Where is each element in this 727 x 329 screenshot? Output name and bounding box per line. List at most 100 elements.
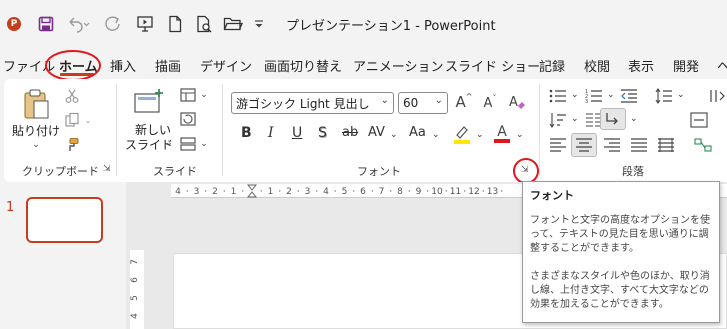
underline-button[interactable]: U (292, 125, 302, 141)
chevron-down-icon[interactable]: ⌄ (607, 90, 615, 100)
font-size-combobox[interactable]: 60 ⌄ (398, 92, 448, 114)
section-dropdown-icon[interactable]: ⌄ (200, 139, 208, 149)
ruler-tick-mark (279, 190, 281, 192)
text-shadow-button[interactable]: S (318, 125, 327, 141)
sort-icon[interactable] (549, 112, 567, 128)
line-spacing-icon[interactable] (655, 88, 673, 104)
bullets-icon[interactable] (549, 88, 567, 104)
title-bar: P プレゼンテーション1 - PowerPoint (0, 0, 727, 48)
paste-icon[interactable] (22, 88, 50, 120)
clear-formatting-icon[interactable]: A (508, 93, 526, 111)
ruler-tick-label: 4 (175, 187, 181, 197)
align-left-icon[interactable] (549, 137, 567, 153)
smartart-icon[interactable] (694, 137, 712, 153)
new-slide-dropdown-icon[interactable]: ⌄ (165, 138, 173, 148)
font-color-letter: A (497, 124, 507, 140)
new-slide-icon[interactable] (133, 88, 165, 116)
indent-marker-icon[interactable] (246, 184, 258, 198)
bold-button[interactable]: B (241, 125, 252, 141)
copy-dropdown-icon[interactable]: ⌄ (84, 116, 92, 125)
align-text-icon[interactable] (690, 112, 708, 128)
group-label-paragraph: 段落 (622, 165, 644, 178)
chevron-down-icon[interactable]: ⌄ (677, 90, 685, 100)
ruler-tick-mark (408, 190, 410, 192)
decrease-indent-icon[interactable] (620, 88, 638, 104)
new-icon[interactable] (167, 15, 183, 33)
tab-review[interactable]: 校閲 (584, 56, 610, 75)
paste-button[interactable]: 貼り付け (12, 122, 60, 139)
chevron-down-icon[interactable]: ⌄ (630, 114, 638, 124)
italic-button[interactable]: I (268, 125, 274, 141)
ruler-tick-mark (501, 190, 503, 192)
ruler-tick-mark (445, 190, 447, 192)
paste-dropdown-icon[interactable]: ⌄ (31, 140, 41, 150)
tab-design[interactable]: デザイン (200, 56, 252, 75)
separator (539, 84, 540, 176)
tab-transitions[interactable]: 画面切り替え (264, 56, 342, 75)
change-case-button[interactable]: Aa (409, 125, 426, 140)
print-preview-icon[interactable] (195, 15, 213, 33)
format-painter-icon[interactable] (64, 137, 80, 153)
vertical-ruler[interactable]: 7 6 5 4 (130, 250, 144, 329)
layout-dropdown-icon[interactable]: ⌄ (200, 90, 208, 100)
reset-icon[interactable] (180, 112, 196, 126)
separator (222, 84, 223, 176)
open-folder-icon[interactable] (223, 16, 243, 32)
highlight-color-icon[interactable] (453, 124, 471, 144)
font-color-bar (494, 139, 510, 143)
chevron-down-icon[interactable]: ⌄ (516, 130, 524, 140)
chevron-down-icon[interactable]: ⌄ (390, 130, 398, 140)
ruler-tick-label: 11 (450, 187, 461, 197)
ruler-tick-label: 13 (487, 187, 498, 197)
svg-text:3: 3 (585, 99, 588, 104)
ruler-tick-mark (242, 190, 244, 192)
ruler-tick-label: 8 (397, 187, 403, 197)
ruler-tick-mark (297, 190, 299, 192)
character-spacing-button[interactable]: AV (368, 125, 385, 140)
copy-icon[interactable] (64, 112, 80, 128)
undo-icon[interactable] (66, 15, 90, 33)
start-from-beginning-icon[interactable] (136, 15, 154, 33)
tab-draw[interactable]: 描画 (155, 56, 181, 75)
slide-thumbnail[interactable] (26, 197, 103, 243)
increase-font-size-icon[interactable]: A ^ (455, 92, 473, 112)
customize-qat-icon[interactable] (254, 17, 264, 31)
tab-view[interactable]: 表示 (628, 56, 654, 75)
chevron-down-icon[interactable]: ⌄ (571, 90, 579, 100)
tab-help[interactable]: ヘ (717, 56, 727, 75)
align-right-icon[interactable] (603, 137, 621, 153)
clipboard-launcher-icon[interactable]: ⇲ (103, 164, 111, 174)
tab-animations[interactable]: アニメーション (353, 56, 443, 75)
chevron-down-icon[interactable]: ⌄ (571, 114, 579, 124)
save-icon[interactable] (38, 16, 54, 32)
ruler-tick-label: 3 (194, 187, 200, 197)
distributed-icon[interactable] (657, 137, 675, 153)
section-icon[interactable] (180, 137, 196, 151)
chevron-down-icon[interactable]: ⌄ (432, 130, 440, 140)
tab-developer[interactable]: 開発 (673, 56, 699, 75)
tab-record[interactable]: 記録 (539, 56, 565, 75)
font-color-icon[interactable]: A (493, 124, 511, 144)
chevron-down-icon[interactable]: ⌄ (435, 95, 443, 106)
redo-icon[interactable] (104, 15, 122, 33)
justify-icon[interactable] (630, 137, 648, 153)
ruler-tick-label: 7 (379, 187, 385, 197)
font-name-combobox[interactable]: 游ゴシック Light 見出し ⌄ (231, 92, 394, 114)
ltr-text-icon[interactable] (600, 108, 626, 130)
align-center-icon[interactable] (571, 133, 597, 157)
ruler-tick-mark (464, 190, 466, 192)
chevron-down-icon[interactable]: ⌄ (381, 95, 389, 106)
layout-icon[interactable] (180, 88, 196, 102)
cut-icon[interactable] (64, 88, 80, 104)
text-direction-icon[interactable] (708, 87, 726, 105)
numbering-icon[interactable]: 123 (585, 88, 603, 104)
tab-slideshow[interactable]: スライド ショー (445, 56, 540, 75)
decrease-font-size-icon[interactable]: Aˇ (482, 94, 498, 111)
chevron-down-icon[interactable]: ⌄ (476, 130, 484, 140)
strikethrough-button[interactable]: ab (342, 125, 358, 140)
ruler-tick-label: 3 (305, 187, 311, 197)
ruler-tick-mark (390, 190, 392, 192)
ruler-tick-label: 2 (212, 187, 218, 197)
powerpoint-app-icon: P (7, 17, 21, 31)
tab-insert[interactable]: 挿入 (110, 56, 136, 75)
